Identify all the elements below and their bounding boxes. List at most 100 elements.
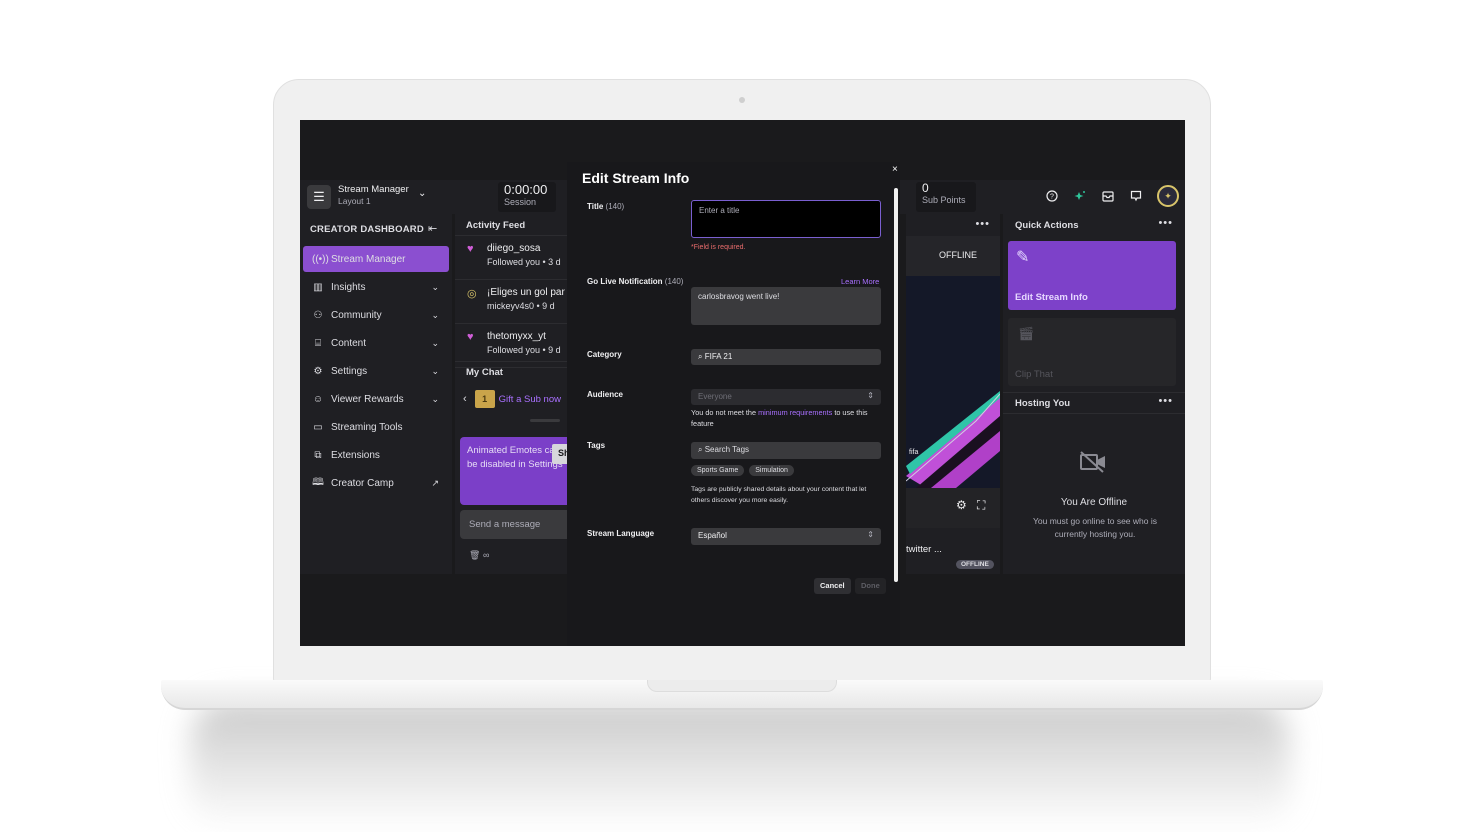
hosting-header: Hosting You ••• (1003, 392, 1185, 414)
list-item[interactable]: ♥ diiego_sosa Followed you • 3 d (455, 236, 567, 280)
sidebar-item-community[interactable]: ⚇ Community ⌄ (303, 302, 449, 328)
session-value: 0:00:00 (504, 182, 548, 197)
done-button[interactable]: Done (855, 578, 886, 594)
sidebar-item-viewer-rewards[interactable]: ☺ Viewer Rewards ⌄ (303, 386, 449, 412)
tag-list: Sports Game Simulation (691, 465, 794, 476)
sidebar-item-content[interactable]: ⌸ Content ⌄ (303, 330, 449, 356)
quick-actions-panel: Quick Actions ••• ✎ Edit Stream Info 🎬︎ … (1003, 214, 1185, 574)
prime-sparkle-icon[interactable] (1073, 189, 1087, 203)
fullscreen-icon[interactable]: ⛶ (977, 498, 985, 513)
modal-title: Edit Stream Info (582, 170, 690, 186)
gift-sub-label: Gift a Sub now (498, 393, 561, 405)
close-icon[interactable]: × (892, 164, 898, 175)
camera-icon: ▭ (313, 421, 323, 433)
tags-note: Tags are publicly shared details about y… (691, 486, 867, 504)
category-input[interactable]: ⌕ FIFA 21 (691, 349, 881, 365)
select-arrows-icon: ⇕ (867, 391, 874, 400)
audience-note: You do not meet the minimum requirements… (691, 408, 868, 428)
activity-detail: Followed you • 3 d (487, 257, 561, 267)
gift-sub-banner[interactable]: ‹ 1 Gift a Sub now (463, 384, 567, 414)
activity-name: thetomyxx_yt (487, 331, 546, 342)
more-options-icon[interactable]: ••• (1158, 217, 1173, 229)
edit-stream-info-modal: Edit Stream Info × Title (140) Enter a t… (567, 162, 900, 646)
clip-that-label: Clip That (1015, 369, 1053, 380)
activity-name: ¡Eliges un gol par (487, 287, 565, 298)
tag-chip[interactable]: Sports Game (691, 465, 745, 476)
modal-scrollbar[interactable] (894, 188, 898, 582)
minimum-requirements-link[interactable]: minimum requirements (758, 408, 832, 417)
laptop-shadow (190, 700, 1290, 830)
hamburger-menu-button[interactable]: ☰ (307, 185, 331, 209)
list-item[interactable]: ◎ ¡Eliges un gol par mickeyv4s0 • 9 d (455, 280, 567, 324)
pencil-icon: ✎ (1016, 249, 1030, 266)
trash-icon[interactable]: 🗑 (469, 550, 480, 560)
chevron-left-icon[interactable]: ‹ (463, 393, 467, 405)
stream-language-label: Stream Language (587, 529, 655, 538)
sub-points-label: Sub Points (922, 195, 966, 205)
chat-input[interactable]: Send a message (460, 510, 567, 539)
clip-that-button[interactable]: 🎬︎ Clip That (1008, 318, 1176, 386)
sidebar-item-streaming-tools[interactable]: ▭ Streaming Tools (303, 414, 449, 440)
gift-icon: 1 (474, 390, 495, 408)
avatar[interactable]: ✦ (1157, 185, 1179, 207)
cancel-button[interactable]: Cancel (814, 578, 851, 594)
stream-preview-panel: ••• OFFLINE fifa ⚙ ⛶ twitter ... OFFLINE (906, 214, 1000, 574)
fifa-art: fifa (906, 391, 1000, 488)
title-error: *Field is required. (691, 244, 746, 251)
category-value: FIFA 21 (704, 352, 733, 361)
clapperboard-icon: 🎬︎ (1018, 326, 1035, 341)
sidebar-heading: CREATOR DASHBOARD (310, 224, 424, 235)
tags-label: Tags (587, 441, 606, 450)
gear-icon[interactable]: ⚙ (956, 498, 967, 512)
laptop-mockup: ☰ Stream Manager Layout 1 ⌄ 0:00:00 Sess… (0, 0, 1479, 832)
go-live-notification-input[interactable]: carlosbravog went live! (691, 287, 881, 325)
language-value: Español (698, 531, 727, 540)
search-icon: ⌕ (698, 352, 705, 361)
activity-feed-panel: Activity Feed ♥ diiego_sosa Followed you… (455, 214, 567, 574)
screen: ☰ Stream Manager Layout 1 ⌄ 0:00:00 Sess… (300, 120, 1185, 646)
hamburger-icon: ☰ (313, 189, 325, 204)
layout-subtitle: Layout 1 (338, 196, 371, 206)
tags-search-input[interactable]: ⌕ Search Tags (691, 442, 881, 459)
whispers-icon[interactable] (1129, 189, 1143, 203)
select-arrows-icon: ⇕ (867, 530, 874, 539)
sidebar-item-insights[interactable]: ▥ Insights ⌄ (303, 274, 449, 300)
emote-notice: Animated Emotes can be disabled in Setti… (460, 437, 567, 505)
learn-more-link[interactable]: Learn More (841, 277, 879, 286)
title-input[interactable]: Enter a title (691, 200, 881, 238)
sidebar-item-stream-manager[interactable]: ((•)) Stream Manager (303, 246, 449, 272)
audience-value: Everyone (698, 392, 732, 401)
more-options-icon[interactable]: ••• (1158, 395, 1173, 407)
more-options-icon[interactable]: ••• (975, 218, 990, 230)
offline-description: You must go online to see who is current… (1033, 516, 1157, 539)
stream-language-select[interactable]: Español ⇕ (691, 528, 881, 545)
chat-title: My Chat (455, 361, 567, 383)
sidebar-item-creator-camp[interactable]: 🕮 Creator Camp ↗ (303, 470, 449, 496)
inbox-icon[interactable] (1101, 189, 1115, 203)
chevron-down-icon: ⌄ (431, 337, 439, 348)
tag-chip[interactable]: Simulation (749, 465, 794, 476)
layout-title[interactable]: Stream Manager (338, 184, 409, 195)
sidebar-item-settings[interactable]: ⚙ Settings ⌄ (303, 358, 449, 384)
chevron-down-icon[interactable]: ⌄ (418, 188, 426, 199)
sidebar-item-label: Streaming Tools (331, 421, 403, 433)
sidebar-item-extensions[interactable]: ⧉ Extensions (303, 442, 449, 468)
book-icon: 🕮 (312, 476, 324, 488)
settings-icon: ⚙ (313, 365, 323, 377)
content-icon: ⌸ (315, 337, 321, 349)
edit-stream-info-label: Edit Stream Info (1015, 292, 1088, 303)
show-button[interactable]: Sho (552, 444, 567, 464)
external-link-icon: ↗ (431, 477, 439, 488)
audience-select[interactable]: Everyone ⇕ (691, 389, 881, 405)
sidebar-item-label: Creator Camp (331, 477, 394, 489)
chevron-down-icon: ⌄ (431, 281, 439, 292)
sidebar-item-label: Insights (331, 281, 366, 293)
activity-detail: mickeyv4s0 • 9 d (487, 301, 555, 311)
collapse-sidebar-icon[interactable]: ⇤ (428, 222, 437, 235)
activity-feed-title: Activity Feed (455, 214, 567, 236)
hosting-title: Hosting You (1015, 398, 1071, 409)
edit-stream-info-button[interactable]: ✎ Edit Stream Info (1008, 241, 1176, 310)
top-icons: ? ✦ (1045, 185, 1179, 207)
tags-placeholder: Search Tags (704, 445, 750, 454)
help-icon[interactable]: ? (1045, 189, 1059, 203)
